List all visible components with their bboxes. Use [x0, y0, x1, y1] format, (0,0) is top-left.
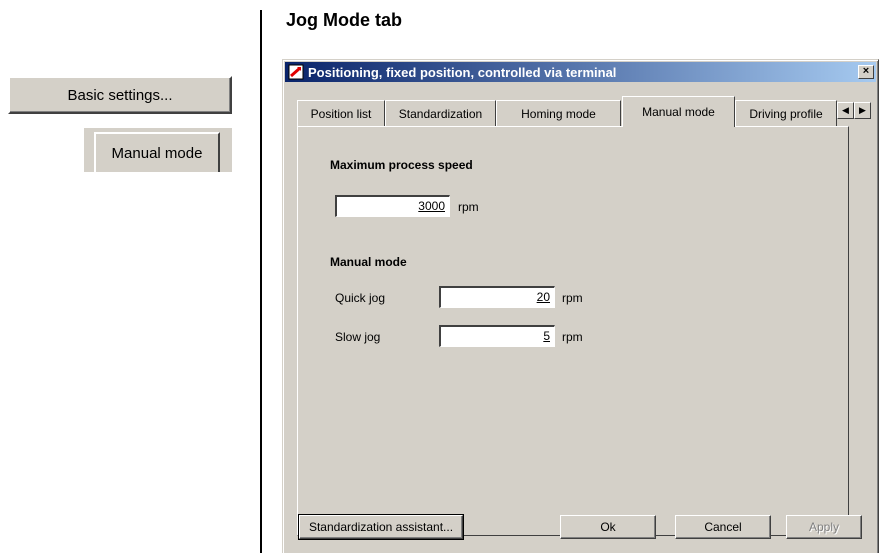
ok-button[interactable]: Ok	[560, 515, 656, 539]
max-speed-input[interactable]: 3000	[335, 195, 450, 217]
button-label: Standardization assistant...	[308, 520, 454, 534]
slow-jog-unit: rpm	[562, 330, 583, 344]
app-icon	[288, 64, 304, 80]
slow-jog-input[interactable]: 5	[439, 325, 555, 347]
quick-jog-unit: rpm	[562, 291, 583, 305]
tab-driving-profile[interactable]: Driving profile	[735, 100, 837, 126]
tab-label: Manual mode	[642, 105, 715, 119]
manual-mode-tab[interactable]: Manual mode	[94, 132, 220, 172]
tab-label: Position list	[310, 106, 372, 121]
basic-settings-label: Basic settings...	[67, 86, 173, 104]
quick-jog-input[interactable]: 20	[439, 286, 555, 308]
tab-position-list[interactable]: Position list	[297, 100, 385, 126]
page-heading: Jog Mode tab	[286, 10, 402, 30]
tab-homing-mode[interactable]: Homing mode	[496, 100, 621, 126]
tab-standardization[interactable]: Standardization	[385, 100, 496, 126]
tab-scroll-right-button[interactable]: ▶	[854, 102, 871, 119]
dialog-titlebar[interactable]: Positioning, fixed position, controlled …	[285, 62, 876, 82]
close-button[interactable]: ×	[858, 65, 874, 79]
tab-label: Driving profile	[749, 106, 823, 121]
manual-mode-panel: Maximum process speed 3000 rpm Manual mo…	[297, 126, 849, 536]
arrow-left-icon: ◀	[842, 105, 849, 115]
button-label: Cancel	[704, 520, 742, 534]
max-speed-unit: rpm	[458, 200, 479, 214]
tab-label: Standardization	[398, 106, 483, 121]
tab-manual-mode[interactable]: Manual mode	[622, 96, 735, 127]
vertical-divider	[260, 10, 262, 553]
manual-mode-tab-label: Manual mode	[111, 144, 203, 162]
tab-label: Homing mode	[521, 106, 596, 121]
dialog-title: Positioning, fixed position, controlled …	[308, 64, 617, 80]
basic-settings-button[interactable]: Basic settings...	[8, 76, 232, 114]
slow-jog-label: Slow jog	[335, 330, 381, 344]
arrow-right-icon: ▶	[859, 105, 866, 115]
manual-mode-section-title: Manual mode	[330, 255, 407, 269]
close-icon: ×	[862, 65, 870, 77]
button-label: Apply	[808, 520, 840, 534]
apply-button[interactable]: Apply	[786, 515, 862, 539]
manual-mode-tab-snippet: Manual mode	[84, 128, 232, 172]
standardization-assistant-button[interactable]: Standardization assistant...	[298, 514, 464, 540]
quick-jog-label: Quick jog	[335, 291, 386, 305]
tab-strip: Position list Standardization Homing mod…	[297, 96, 873, 127]
button-label: Ok	[600, 520, 616, 534]
max-speed-section-title: Maximum process speed	[330, 158, 473, 172]
tab-scroll-left-button[interactable]: ◀	[837, 102, 854, 119]
positioning-dialog: Positioning, fixed position, controlled …	[282, 59, 879, 553]
cancel-button[interactable]: Cancel	[675, 515, 771, 539]
